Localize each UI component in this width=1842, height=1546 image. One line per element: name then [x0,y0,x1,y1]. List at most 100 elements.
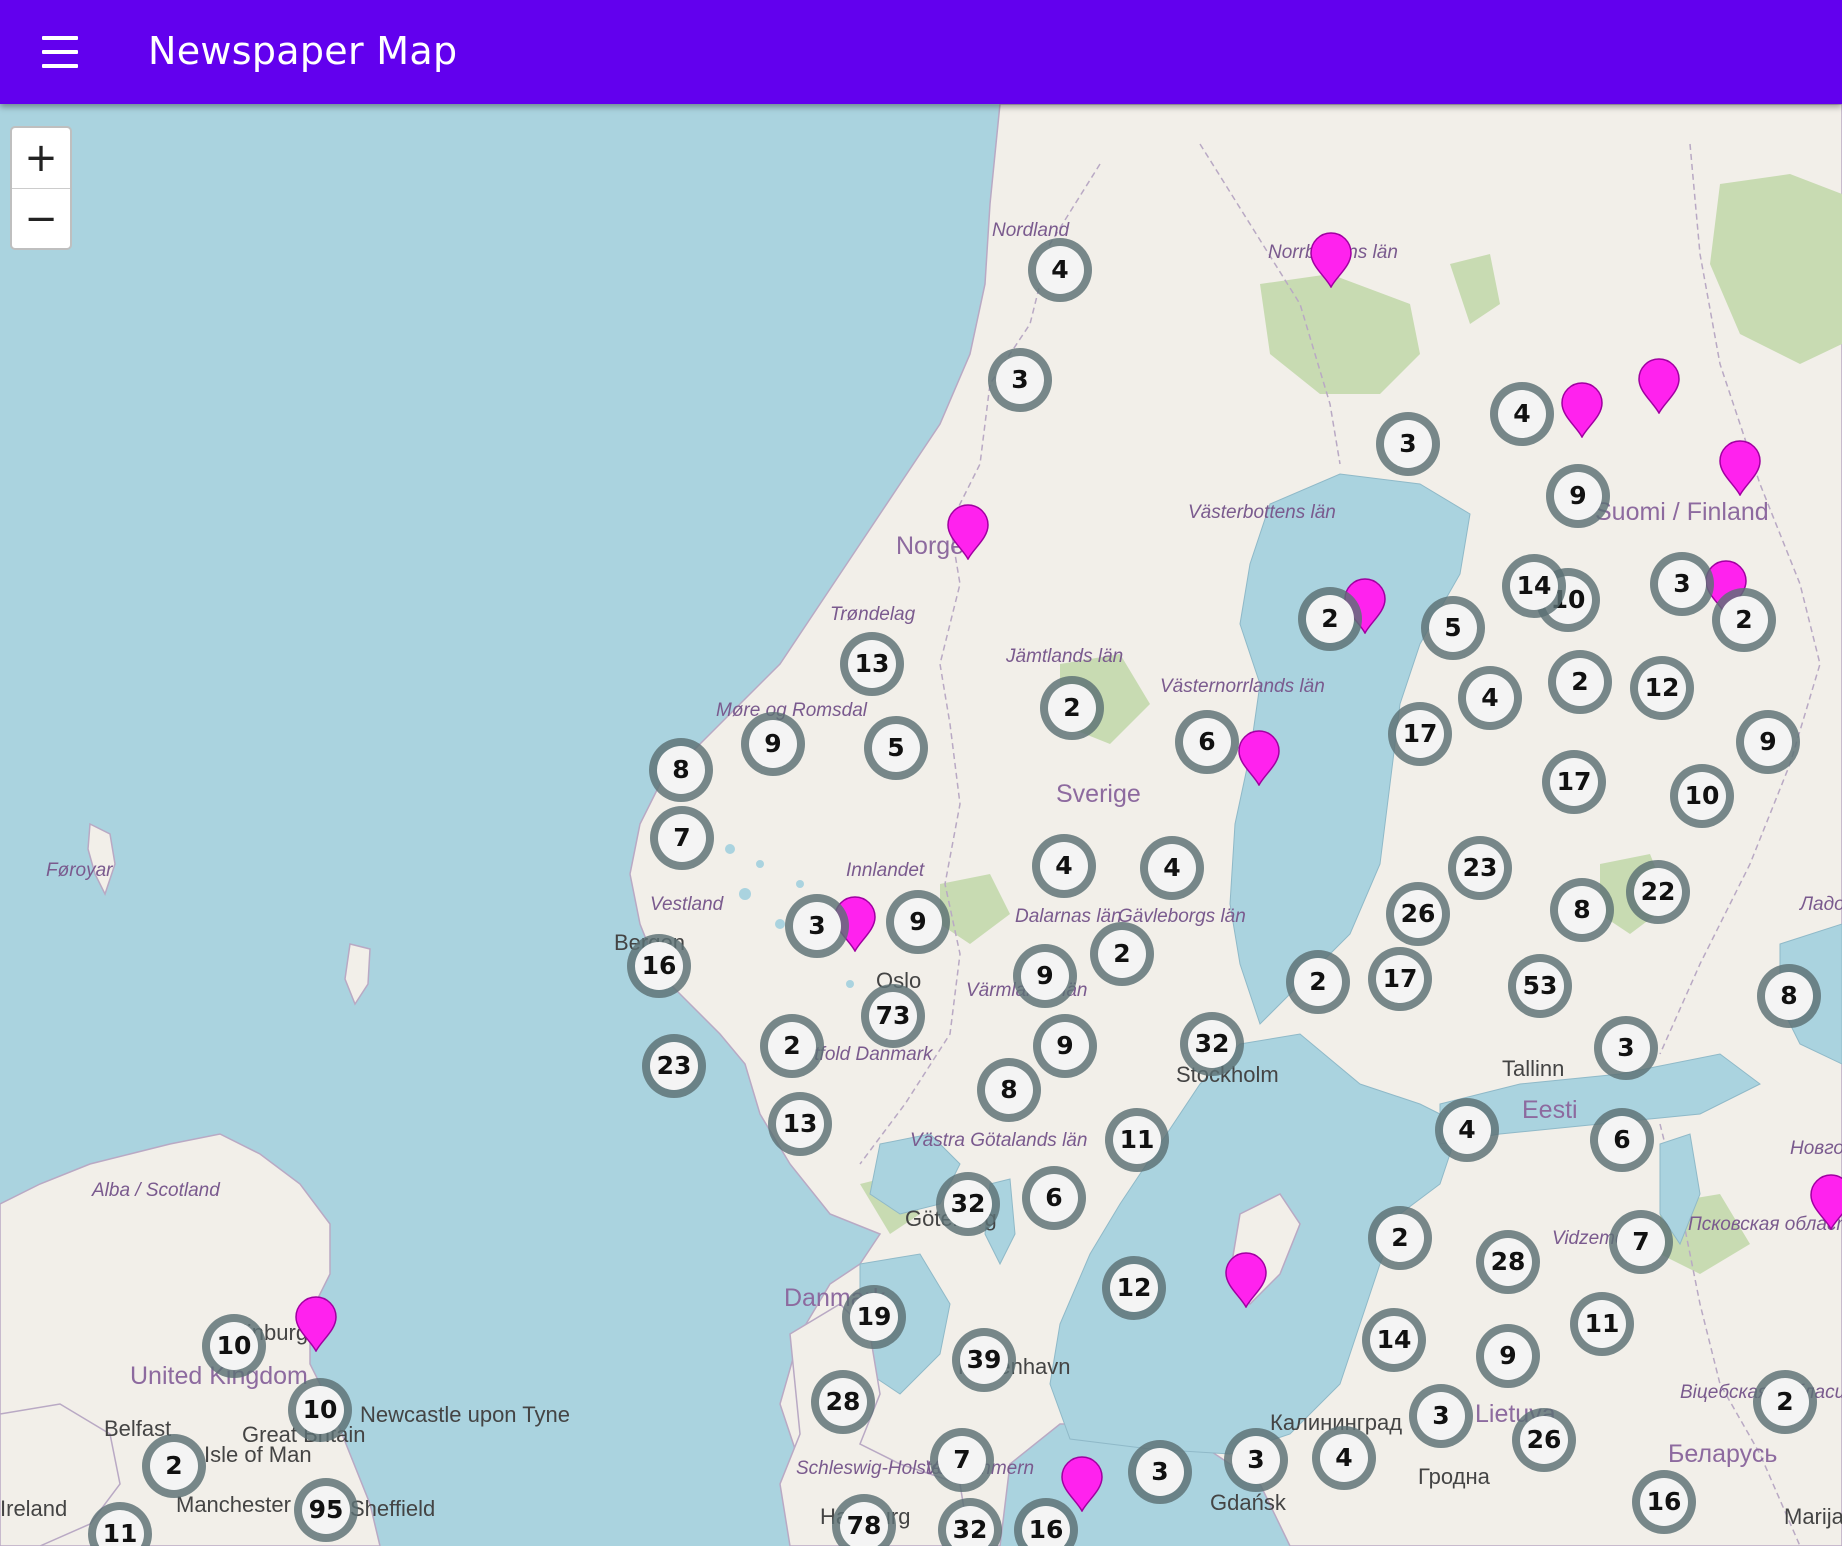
marker-cluster[interactable]: 11 [1105,1108,1169,1172]
marker-cluster[interactable]: 4 [1140,836,1204,900]
marker-cluster[interactable]: 17 [1368,947,1432,1011]
marker-cluster[interactable]: 2 [142,1434,206,1498]
cluster-count: 16 [1640,1478,1688,1526]
marker-cluster[interactable]: 9 [741,712,805,776]
map-pin-icon[interactable] [1060,1456,1104,1513]
marker-cluster[interactable]: 2 [1753,1370,1817,1434]
zoom-out-button[interactable]: − [12,189,70,249]
marker-cluster[interactable]: 7 [1609,1210,1673,1274]
marker-cluster[interactable]: 2 [1712,588,1776,652]
marker-cluster[interactable]: 32 [1180,1012,1244,1076]
map-pin-icon[interactable] [1637,358,1681,415]
marker-cluster[interactable]: 9 [1033,1014,1097,1078]
marker-cluster[interactable]: 14 [1362,1308,1426,1372]
marker-cluster[interactable]: 4 [1458,666,1522,730]
marker-cluster[interactable]: 28 [1476,1230,1540,1294]
marker-cluster[interactable]: 53 [1508,954,1572,1018]
marker-cluster[interactable]: 16 [1632,1470,1696,1534]
marker-cluster[interactable]: 6 [1175,710,1239,774]
marker-cluster[interactable]: 3 [1224,1428,1288,1492]
cluster-count: 2 [1376,1214,1424,1262]
marker-cluster[interactable]: 6 [1590,1108,1654,1172]
marker-cluster[interactable]: 19 [842,1285,906,1349]
map-pin-icon[interactable] [1560,382,1604,439]
marker-cluster[interactable]: 23 [642,1034,706,1098]
marker-cluster[interactable]: 17 [1388,702,1452,766]
marker-cluster[interactable]: 10 [202,1314,266,1378]
marker-cluster[interactable]: 6 [1022,1166,1086,1230]
marker-cluster[interactable]: 95 [294,1478,358,1542]
cluster-count: 10 [296,1386,344,1434]
cluster-count: 32 [944,1180,992,1228]
map-pin-icon[interactable] [294,1296,338,1353]
marker-cluster[interactable]: 17 [1542,750,1606,814]
marker-cluster[interactable]: 26 [1512,1408,1576,1472]
marker-cluster[interactable]: 10 [288,1378,352,1442]
marker-cluster[interactable]: 3 [1594,1016,1658,1080]
marker-cluster[interactable]: 23 [1448,836,1512,900]
map-pin-icon[interactable] [1809,1174,1842,1231]
marker-cluster[interactable]: 2 [1286,950,1350,1014]
marker-cluster[interactable]: 5 [864,716,928,780]
zoom-in-button[interactable]: + [12,128,70,189]
map-pin-icon[interactable] [1309,232,1353,289]
place-label: Trøndelag [830,604,916,625]
marker-cluster[interactable]: 4 [1490,382,1554,446]
marker-cluster[interactable]: 73 [861,984,925,1048]
marker-cluster[interactable]: 8 [977,1058,1041,1122]
cluster-count: 17 [1376,955,1424,1003]
marker-cluster[interactable]: 7 [650,806,714,870]
marker-cluster[interactable]: 16 [627,934,691,998]
map-pin-icon[interactable] [1237,730,1281,787]
marker-cluster[interactable]: 4 [1032,834,1096,898]
map-pin-icon[interactable] [1224,1252,1268,1309]
marker-cluster[interactable]: 3 [988,348,1052,412]
marker-cluster[interactable]: 11 [1570,1292,1634,1356]
marker-cluster[interactable]: 28 [811,1370,875,1434]
marker-cluster[interactable]: 9 [1546,464,1610,528]
marker-cluster[interactable]: 8 [1550,878,1614,942]
marker-cluster[interactable]: 4 [1028,238,1092,302]
marker-cluster[interactable]: 2 [1090,922,1154,986]
marker-cluster[interactable]: 2 [760,1014,824,1078]
marker-cluster[interactable]: 14 [1502,554,1566,618]
marker-cluster[interactable]: 3 [1128,1440,1192,1504]
marker-cluster[interactable]: 9 [1013,944,1077,1008]
marker-cluster[interactable]: 32 [936,1172,1000,1236]
map-view[interactable]: + − NordlandNorrbottens länVästerbottens… [0,104,1842,1546]
cluster-count: 2 [1098,930,1146,978]
marker-cluster[interactable]: 39 [952,1328,1016,1392]
marker-cluster[interactable]: 8 [1757,964,1821,1028]
map-pin-icon[interactable] [946,504,990,561]
cluster-count: 2 [150,1442,198,1490]
cluster-count: 7 [938,1436,986,1484]
marker-cluster[interactable]: 22 [1626,860,1690,924]
marker-cluster[interactable]: 13 [768,1092,832,1156]
marker-cluster[interactable]: 8 [649,738,713,802]
map-pin-icon[interactable] [1718,440,1762,497]
menu-icon-line [42,50,78,54]
marker-cluster[interactable]: 3 [1409,1384,1473,1448]
marker-cluster[interactable]: 3 [1650,552,1714,616]
marker-cluster[interactable]: 2 [1368,1206,1432,1270]
marker-cluster[interactable]: 9 [1736,710,1800,774]
marker-cluster[interactable]: 2 [1548,650,1612,714]
menu-button[interactable] [26,22,94,82]
marker-cluster[interactable]: 9 [1476,1324,1540,1388]
cluster-count: 11 [1113,1116,1161,1164]
marker-cluster[interactable]: 3 [785,894,849,958]
marker-cluster[interactable]: 26 [1386,882,1450,946]
marker-cluster[interactable]: 2 [1040,676,1104,740]
marker-cluster[interactable]: 5 [1421,596,1485,660]
marker-cluster[interactable]: 4 [1312,1426,1376,1490]
marker-cluster[interactable]: 12 [1102,1256,1166,1320]
cluster-count: 26 [1394,890,1442,938]
marker-cluster[interactable]: 12 [1630,656,1694,720]
marker-cluster[interactable]: 2 [1298,587,1362,651]
marker-cluster[interactable]: 3 [1376,412,1440,476]
marker-cluster[interactable]: 4 [1435,1098,1499,1162]
marker-cluster[interactable]: 9 [886,890,950,954]
marker-cluster[interactable]: 13 [840,632,904,696]
marker-cluster[interactable]: 10 [1670,764,1734,828]
marker-cluster[interactable]: 7 [930,1428,994,1492]
